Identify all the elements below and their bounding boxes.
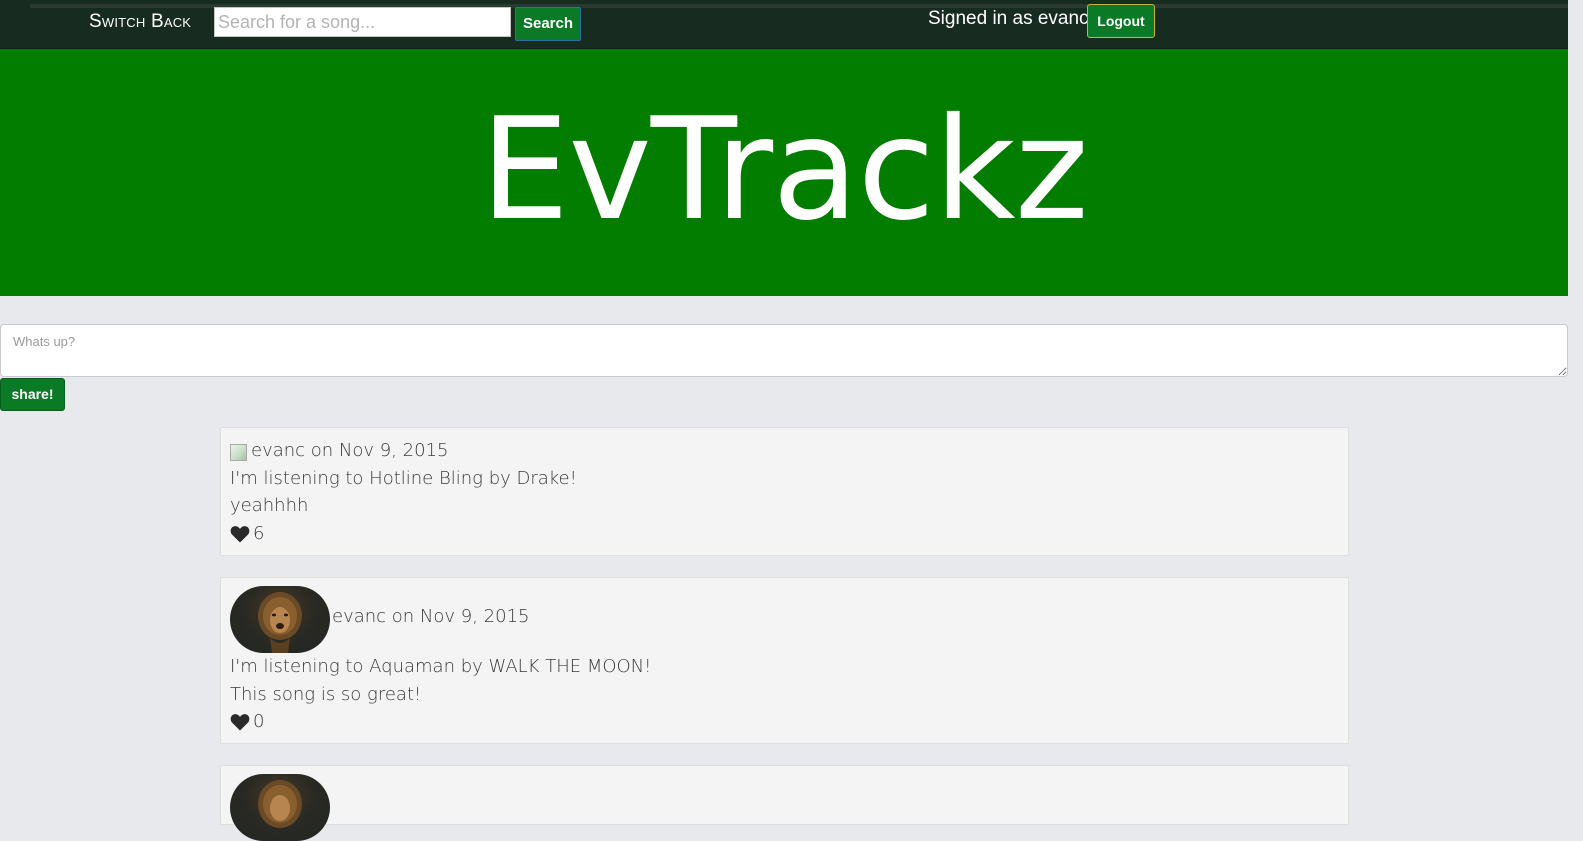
navbar: Switch Back Search Signed in as evanc Lo… xyxy=(0,0,1568,49)
broken-image-icon xyxy=(230,444,247,461)
heart-icon[interactable] xyxy=(230,713,250,731)
status-textarea[interactable] xyxy=(0,324,1568,377)
like-count: 6 xyxy=(253,523,265,544)
share-button[interactable]: share! xyxy=(0,378,65,411)
site-title: EvTrackz xyxy=(480,88,1089,252)
heart-icon[interactable] xyxy=(230,525,250,543)
signed-in-text: Signed in as evanc xyxy=(928,8,1089,29)
post-header: evanc on Nov 9, 2015 xyxy=(251,440,449,461)
like-count: 0 xyxy=(253,711,265,732)
search-button[interactable]: Search xyxy=(515,7,581,41)
post-header: evanc on Nov 9, 2015 xyxy=(332,606,530,627)
lion-avatar xyxy=(230,774,330,841)
brand-link[interactable]: Switch Back xyxy=(89,11,191,33)
feed-post xyxy=(220,765,1349,841)
hero-banner: EvTrackz xyxy=(0,49,1568,296)
lion-avatar xyxy=(230,586,330,653)
feed-post: evanc on Nov 9, 2015 I'm listening to Aq… xyxy=(220,577,1349,744)
post-listening-text: I'm listening to Aquaman by WALK THE MOO… xyxy=(230,656,652,677)
search-input[interactable] xyxy=(214,7,511,37)
post-listening-text: I'm listening to Hotline Bling by Drake! xyxy=(230,468,577,489)
logout-button[interactable]: Logout xyxy=(1087,4,1155,38)
feed-post: evanc on Nov 9, 2015 I'm listening to Ho… xyxy=(220,427,1349,556)
post-message: This song is so great! xyxy=(230,684,422,705)
post-message: yeahhhh xyxy=(230,495,309,516)
